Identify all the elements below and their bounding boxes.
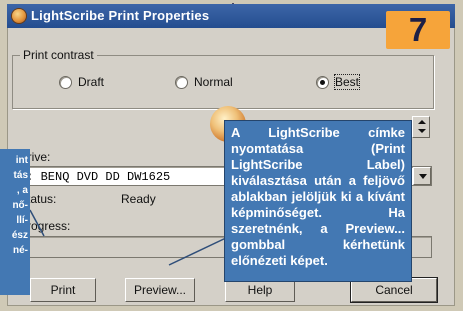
drive-dropdown-chevron-icon[interactable] <box>413 167 431 185</box>
callout-left-line: ész <box>11 230 28 241</box>
radio-best-label[interactable]: Best <box>333 74 361 90</box>
radio-best-dot[interactable] <box>316 76 329 89</box>
window-title: LightScribe Print Properties <box>31 8 210 23</box>
step-number-badge: 7 <box>386 11 450 49</box>
radio-normal-dot[interactable] <box>175 76 188 89</box>
print-contrast-label: Print contrast <box>20 48 97 62</box>
callout-left-line: int <box>15 155 28 166</box>
callout-left-line: llí- <box>16 215 28 226</box>
callout-left-line: né- <box>13 245 28 256</box>
print-button[interactable]: Print <box>30 278 96 302</box>
spinner-down-icon[interactable] <box>418 129 426 133</box>
preview-button[interactable]: Preview... <box>125 278 195 302</box>
callout-left-line: , a <box>16 185 28 196</box>
radio-draft-dot[interactable] <box>59 76 72 89</box>
callout-left-line: nő- <box>12 200 28 211</box>
left-callout-fragment: int tás , a nő- llí- ész né- <box>0 149 30 295</box>
callout-right-text: A LightScribe címke nyomtatása (Print Li… <box>231 125 405 268</box>
radio-normal-label[interactable]: Normal <box>194 75 233 89</box>
instruction-callout: A LightScribe címke nyomtatása (Print Li… <box>224 120 412 282</box>
spinner-up-icon[interactable] <box>418 120 426 124</box>
radio-draft-label[interactable]: Draft <box>78 75 104 89</box>
copies-spinner[interactable] <box>412 116 430 138</box>
lightscribe-logo-icon <box>12 9 26 23</box>
status-value: Ready <box>121 192 156 206</box>
callout-left-line: tás <box>13 170 28 181</box>
